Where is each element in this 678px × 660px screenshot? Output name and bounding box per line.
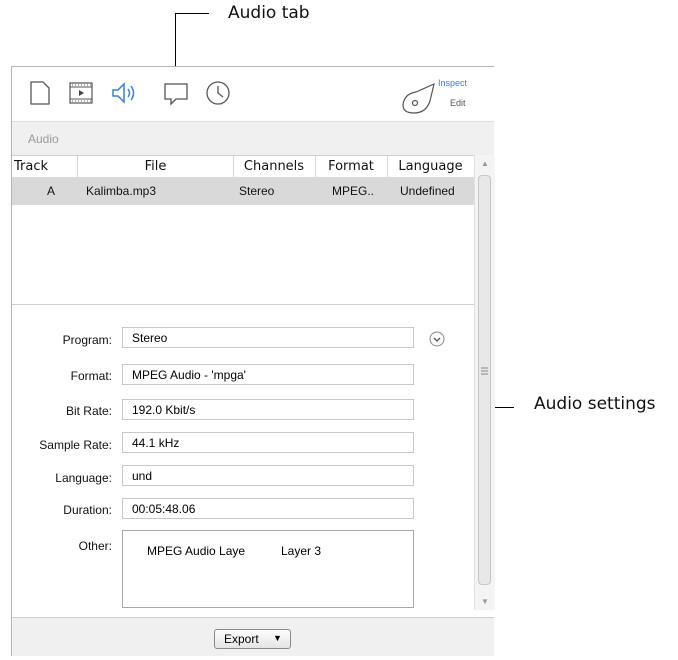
scrollbar-thumb[interactable] — [478, 175, 491, 585]
audio-tab-callout-label: Audio tab — [228, 3, 310, 23]
column-header-format[interactable]: Format — [315, 156, 388, 178]
scroll-up-arrow-icon[interactable]: ▲ — [481, 159, 489, 168]
cell-track: A — [47, 184, 56, 198]
inspect-edit-toggle[interactable]: Inspect Edit — [400, 75, 494, 115]
cell-channels: Stereo — [239, 184, 275, 198]
scroll-down-arrow-icon[interactable]: ▼ — [481, 597, 489, 606]
export-label: Export — [224, 632, 259, 646]
grip-icon — [481, 362, 488, 375]
film-icon[interactable] — [67, 79, 95, 107]
export-button[interactable]: Export ▼ — [214, 629, 291, 649]
edit-label[interactable]: Edit — [450, 98, 466, 108]
clock-icon[interactable] — [204, 79, 232, 107]
cell-format: MPEG.. — [332, 184, 375, 198]
toolbar: Inspect Edit — [12, 67, 494, 121]
duration-field[interactable]: 00:05:48.06 — [122, 498, 414, 519]
column-header-channels[interactable]: Channels — [233, 156, 316, 178]
language-field[interactable]: und — [122, 465, 414, 486]
duration-label: Duration: — [63, 503, 112, 517]
other-label: Other: — [78, 539, 112, 553]
speaker-icon[interactable] — [110, 79, 138, 107]
section-title: Audio — [28, 132, 59, 146]
comment-icon[interactable] — [162, 79, 190, 107]
divider — [12, 304, 474, 305]
program-field[interactable]: Stereo — [122, 327, 414, 348]
program-label: Program: — [62, 333, 112, 347]
other-key: MPEG Audio Laye — [147, 544, 246, 558]
audio-settings-callout-label: Audio settings — [534, 394, 656, 414]
section-header: Audio — [12, 121, 494, 156]
column-header-track[interactable]: Track — [12, 156, 78, 178]
chevron-down-icon[interactable] — [429, 331, 445, 347]
column-header-file[interactable]: File — [78, 156, 234, 178]
column-header-language[interactable]: Language — [387, 156, 474, 178]
cell-file: Kalimba.mp3 — [86, 184, 157, 198]
other-value: Layer 3 — [281, 544, 322, 558]
language-label: Language: — [55, 471, 112, 485]
samplerate-field[interactable]: 44.1 kHz — [122, 432, 414, 453]
cell-language: Undefined — [400, 184, 455, 198]
bottom-bar: Export ▼ — [12, 617, 494, 656]
callout-line — [175, 13, 209, 14]
table-header: Track File Channels Format Language — [12, 155, 474, 179]
dropdown-arrow-icon: ▼ — [273, 633, 282, 643]
bitrate-label: Bit Rate: — [65, 404, 112, 418]
samplerate-label: Sample Rate: — [39, 438, 112, 452]
bitrate-field[interactable]: 192.0 Kbit/s — [122, 399, 414, 420]
format-field[interactable]: MPEG Audio - 'mpga' — [122, 364, 414, 385]
inspect-label[interactable]: Inspect — [438, 78, 467, 88]
document-icon[interactable] — [26, 79, 54, 107]
table-row[interactable]: A Kalimba.mp3 Stereo MPEG.. Undefined — [12, 177, 474, 205]
other-field[interactable]: MPEG Audio Laye Layer 3 — [122, 530, 414, 608]
scrollbar[interactable]: ▲ ▼ — [474, 155, 495, 610]
format-label: Format: — [70, 369, 112, 383]
inspector-panel: Inspect Edit Audio Track File Channels F… — [11, 66, 495, 656]
eye-icon — [400, 81, 438, 115]
